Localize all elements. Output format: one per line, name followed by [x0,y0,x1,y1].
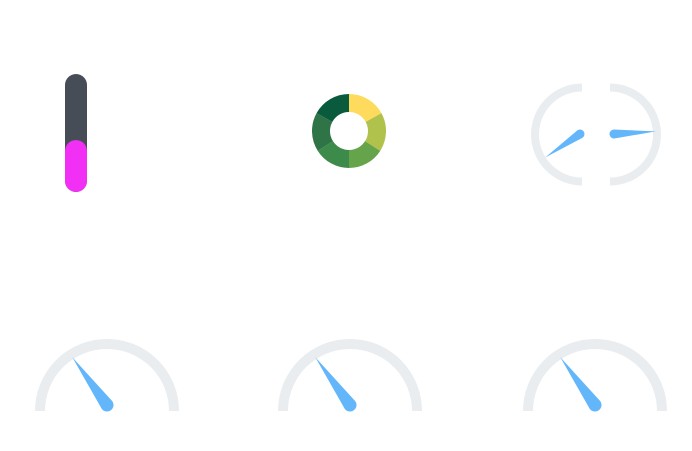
donut-segment-6 [316,94,350,123]
vertical-progress-bar [64,73,88,193]
gauge-3 [521,336,669,416]
gauge-1 [33,336,181,416]
donut-segment-5 [312,113,334,151]
donut-segment-4 [317,140,350,168]
split-gauge-left-needle [545,129,585,158]
gauge-2 [276,336,424,416]
gauge-needle [72,357,114,412]
donut-chart [312,94,386,168]
donut-segment-3 [348,140,381,168]
split-gauge-widget [528,79,668,191]
donut-widget [309,91,389,171]
progress-fill [65,140,87,192]
gauge-needle [560,357,602,412]
split-gauge-right-needle [609,129,656,139]
gauge-needle [315,357,357,412]
widget-canvas [0,0,692,451]
donut-segment-2 [364,113,386,151]
donut-segment-1 [348,94,382,123]
